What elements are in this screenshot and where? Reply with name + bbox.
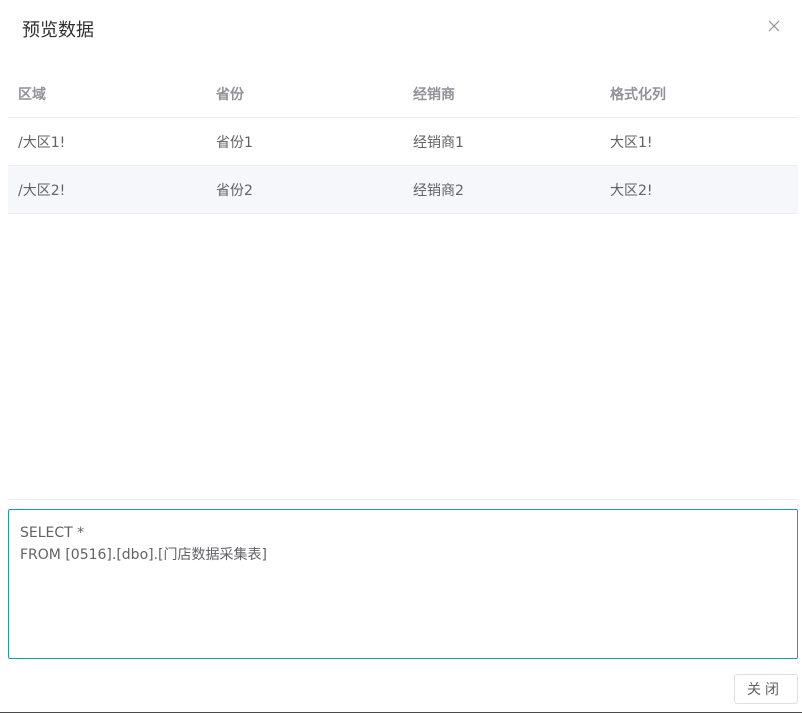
- dialog-title: 预览数据: [22, 20, 94, 41]
- column-header-formatted[interactable]: 格式化列: [600, 84, 798, 104]
- divider: [8, 499, 798, 500]
- close-button[interactable]: 关闭: [734, 674, 798, 704]
- close-icon[interactable]: [768, 20, 780, 32]
- table-cell: /大区1!: [18, 134, 66, 151]
- table-header: 区域 省份 经销商 格式化列: [8, 70, 798, 118]
- preview-table: 区域 省份 经销商 格式化列 /大区1! 省份1 经销商1 大区1! /大区2!…: [8, 70, 798, 214]
- sql-line-1: SELECT *: [20, 525, 85, 541]
- table-cell: 省份1: [216, 134, 253, 151]
- table-cell: 经销商1: [413, 134, 464, 151]
- table-row[interactable]: /大区2! 省份2 经销商2 大区2!: [8, 166, 798, 214]
- sql-line-2: FROM [0516].[dbo].[门店数据采集表]: [20, 547, 267, 563]
- table-row[interactable]: /大区1! 省份1 经销商1 大区1!: [8, 118, 798, 166]
- table-cell: 大区2!: [610, 182, 653, 199]
- column-header-dealer[interactable]: 经销商: [403, 84, 600, 104]
- table-cell: 大区1!: [610, 134, 653, 151]
- table-cell: /大区2!: [18, 182, 66, 199]
- table-cell: 省份2: [216, 182, 253, 199]
- preview-dialog: 预览数据 区域 省份 经销商 格式化列 /大区1! 省份1 经销商1 大区1! …: [0, 0, 802, 712]
- sql-editor[interactable]: SELECT * FROM [0516].[dbo].[门店数据采集表]: [8, 509, 798, 659]
- column-header-region[interactable]: 区域: [8, 84, 206, 104]
- column-header-province[interactable]: 省份: [206, 84, 403, 104]
- table-cell: 经销商2: [413, 182, 464, 199]
